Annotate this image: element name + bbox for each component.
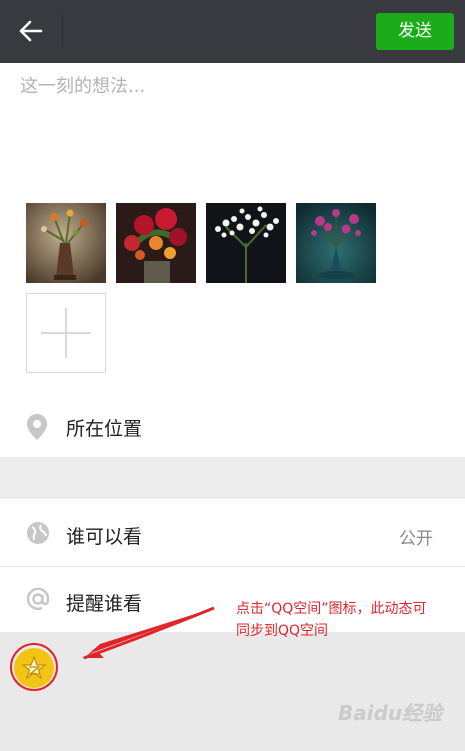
photo-thumbnail[interactable] xyxy=(206,203,286,283)
annotation-line: 点击“QQ空间”图标，此动态可 xyxy=(236,601,427,617)
back-arrow-icon[interactable] xyxy=(14,14,48,48)
annotation-line: 同步到QQ空间 xyxy=(236,623,329,639)
annotation-note: 点击“QQ空间”图标，此动态可 同步到QQ空间 xyxy=(236,598,456,642)
section-divider xyxy=(0,457,465,499)
visibility-row[interactable]: 谁可以看 公开 xyxy=(0,500,465,566)
visibility-label: 谁可以看 xyxy=(66,526,143,548)
annotation-arrow-icon xyxy=(82,606,215,660)
at-sign-icon xyxy=(26,587,50,615)
top-bar: 发送 xyxy=(0,0,465,63)
toolbar-divider xyxy=(62,15,63,47)
baidu-watermark: Baidu经验 xyxy=(338,701,443,725)
location-label: 所在位置 xyxy=(66,418,143,440)
send-button[interactable]: 发送 xyxy=(376,13,454,50)
photo-thumbnail[interactable] xyxy=(26,203,106,283)
visibility-value: 公开 xyxy=(399,529,433,549)
location-pin-icon xyxy=(26,413,48,445)
globe-icon xyxy=(26,521,50,549)
add-photo-button[interactable] xyxy=(26,293,106,373)
highlight-circle xyxy=(10,643,58,691)
post-text-input[interactable] xyxy=(20,72,445,182)
photo-thumbnail[interactable] xyxy=(296,203,376,283)
photo-thumbnail[interactable] xyxy=(116,203,196,283)
location-row[interactable]: 所在位置 xyxy=(0,398,465,456)
